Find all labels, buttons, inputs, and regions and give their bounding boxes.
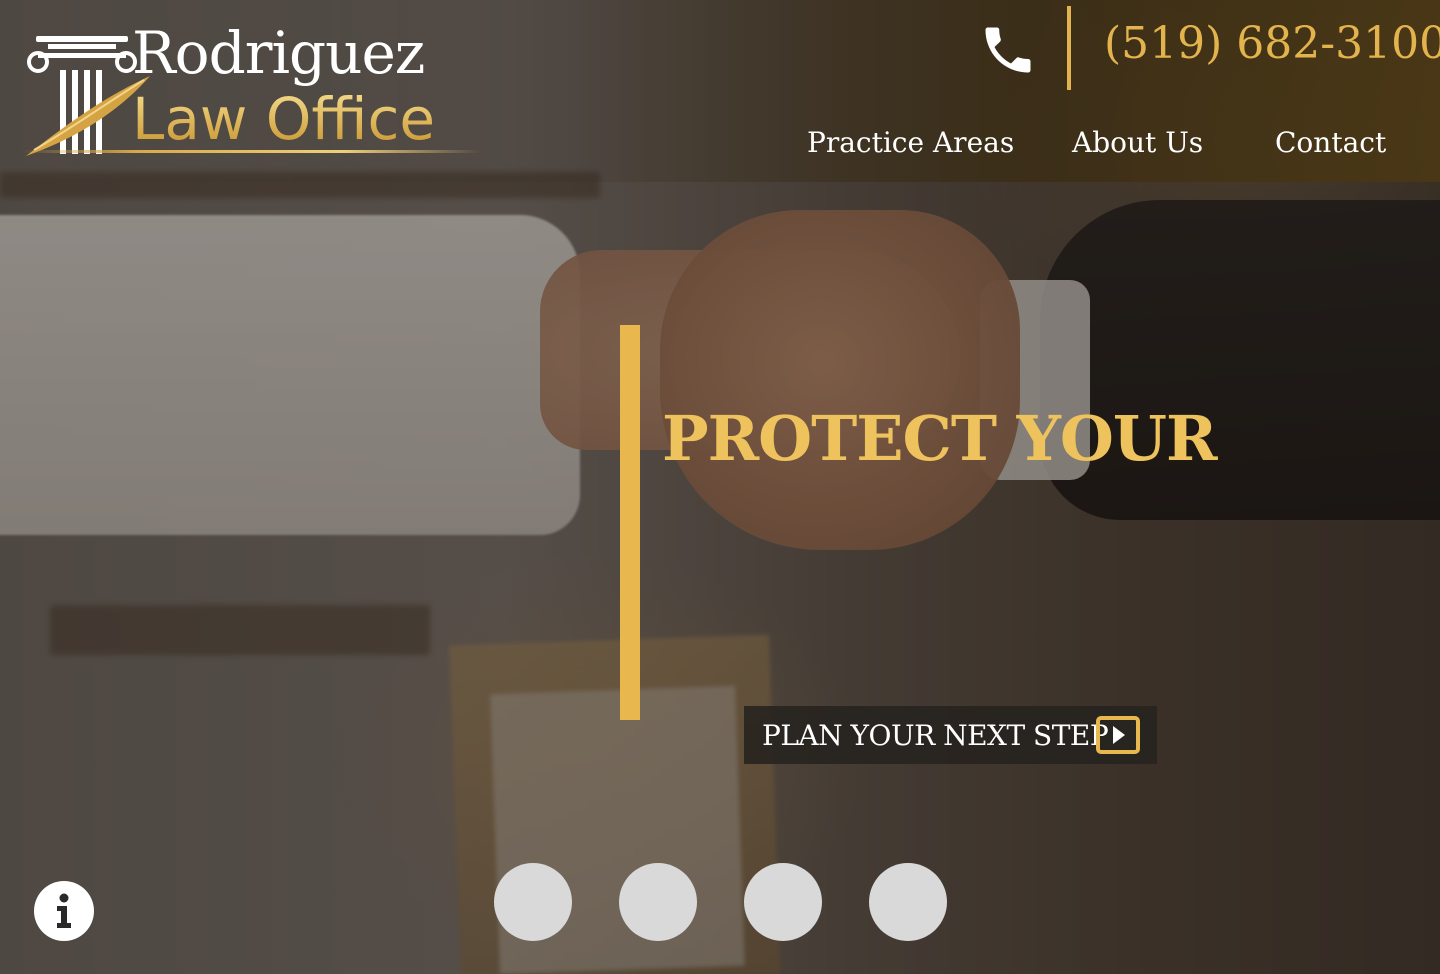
plan-next-step-button[interactable]: PLAN YOUR NEXT STEP (744, 706, 1157, 764)
nav-item-contact[interactable]: Contact (1275, 126, 1386, 159)
nav-item-practice-areas[interactable]: Practice Areas (807, 126, 1014, 159)
hero-title: PROTECT YOUR (662, 402, 1217, 475)
carousel-dot[interactable] (494, 863, 572, 941)
carousel-dot[interactable] (869, 863, 947, 941)
carousel-dot[interactable] (744, 863, 822, 941)
cta-label: PLAN YOUR NEXT STEP (762, 718, 1109, 752)
phone-number-link[interactable]: (519) 682-3100 (1104, 18, 1440, 69)
info-button[interactable] (34, 881, 94, 941)
main-nav: Practice Areas About Us Contact (0, 126, 1440, 166)
carousel-dot[interactable] (619, 863, 697, 941)
info-icon (57, 893, 71, 928)
phone-icon[interactable] (978, 20, 1038, 80)
phone-divider (1067, 6, 1071, 90)
hero-accent-bar (620, 325, 640, 720)
site-header: Rodriguez Law Office (519) 682-3100 Prac… (0, 0, 1440, 182)
play-square-icon (1096, 716, 1140, 754)
logo-name: Rodriguez (132, 19, 425, 87)
nav-item-about-us[interactable]: About Us (1072, 126, 1203, 159)
